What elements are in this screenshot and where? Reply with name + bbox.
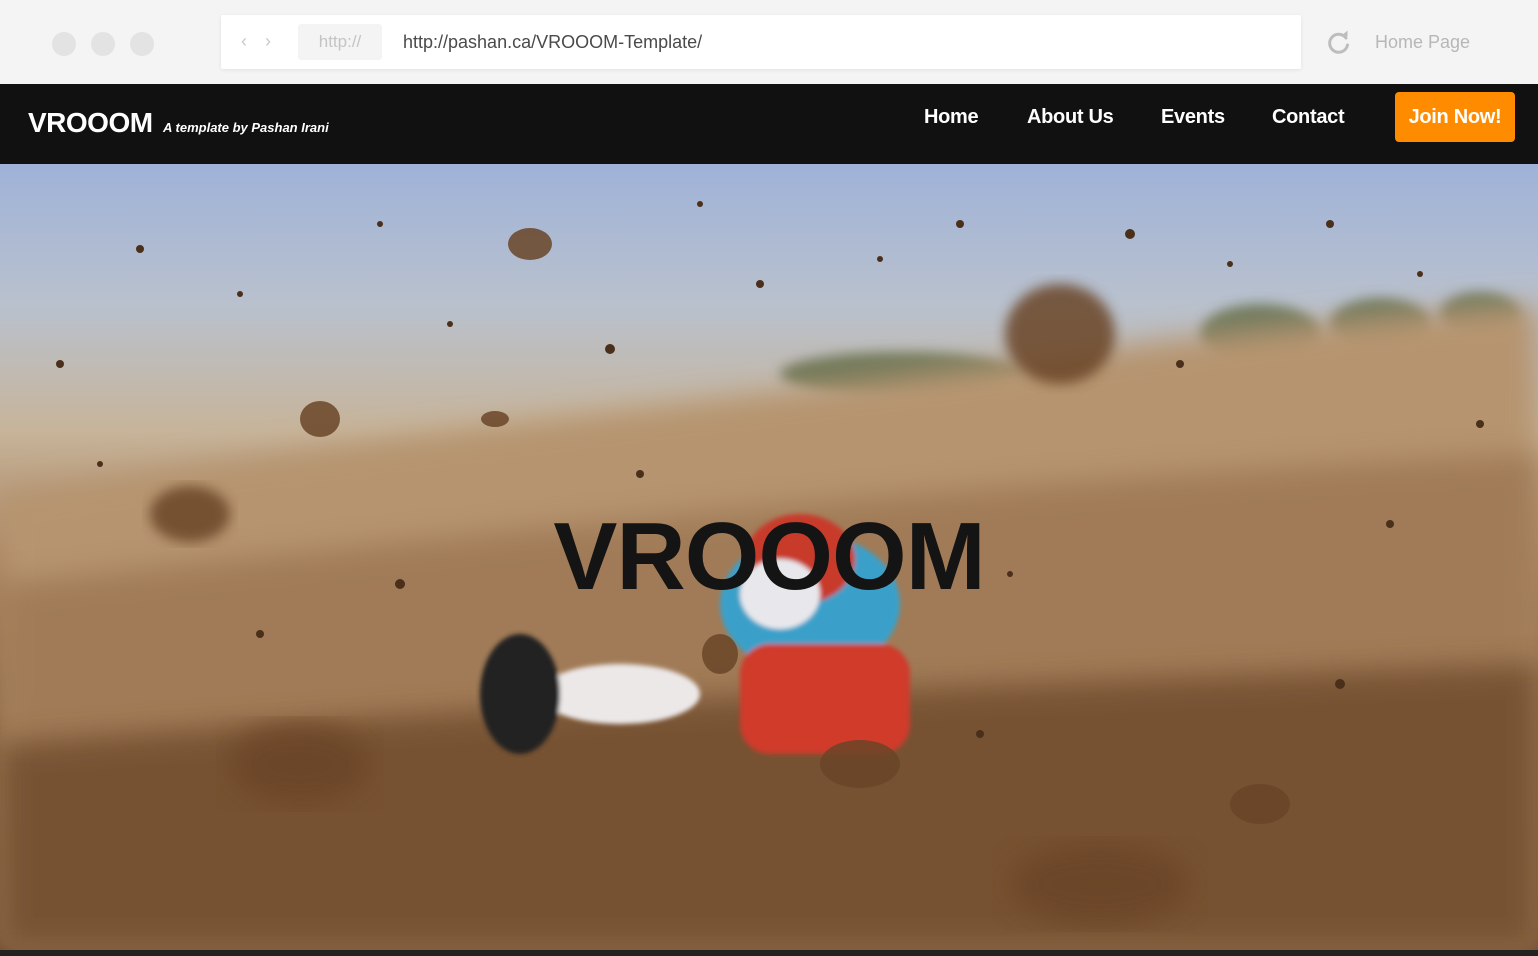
- hero-section: VROOOM: [0, 164, 1538, 950]
- window-minimize-dot[interactable]: [91, 32, 115, 56]
- nav-about-us[interactable]: About Us: [1027, 105, 1114, 129]
- nav-home[interactable]: Home: [924, 105, 979, 129]
- home-page-link[interactable]: Home Page: [1375, 30, 1470, 54]
- site-tagline: A template by Pashan Irani: [163, 120, 329, 135]
- join-now-button[interactable]: Join Now!: [1395, 92, 1515, 142]
- reload-icon[interactable]: [1326, 30, 1352, 56]
- forward-arrow-icon[interactable]: ›: [265, 31, 271, 51]
- url-text[interactable]: http://pashan.ca/VROOOM-Template/: [403, 15, 702, 69]
- protocol-label: http://: [298, 24, 382, 60]
- nav-events[interactable]: Events: [1161, 105, 1225, 129]
- hero-title: VROOOM: [553, 503, 985, 610]
- window-close-dot[interactable]: [52, 32, 76, 56]
- back-arrow-icon[interactable]: ‹: [241, 31, 247, 51]
- nav-contact[interactable]: Contact: [1272, 105, 1345, 129]
- browser-chrome: ‹ › http:// http://pashan.ca/VROOOM-Temp…: [0, 0, 1538, 84]
- site-navbar: VROOOM A template by Pashan Irani Home A…: [0, 84, 1538, 164]
- site-logo[interactable]: VROOOM: [28, 106, 153, 140]
- page-bottom-edge: [0, 950, 1538, 956]
- window-maximize-dot[interactable]: [130, 32, 154, 56]
- address-bar[interactable]: ‹ › http:// http://pashan.ca/VROOOM-Temp…: [221, 15, 1301, 69]
